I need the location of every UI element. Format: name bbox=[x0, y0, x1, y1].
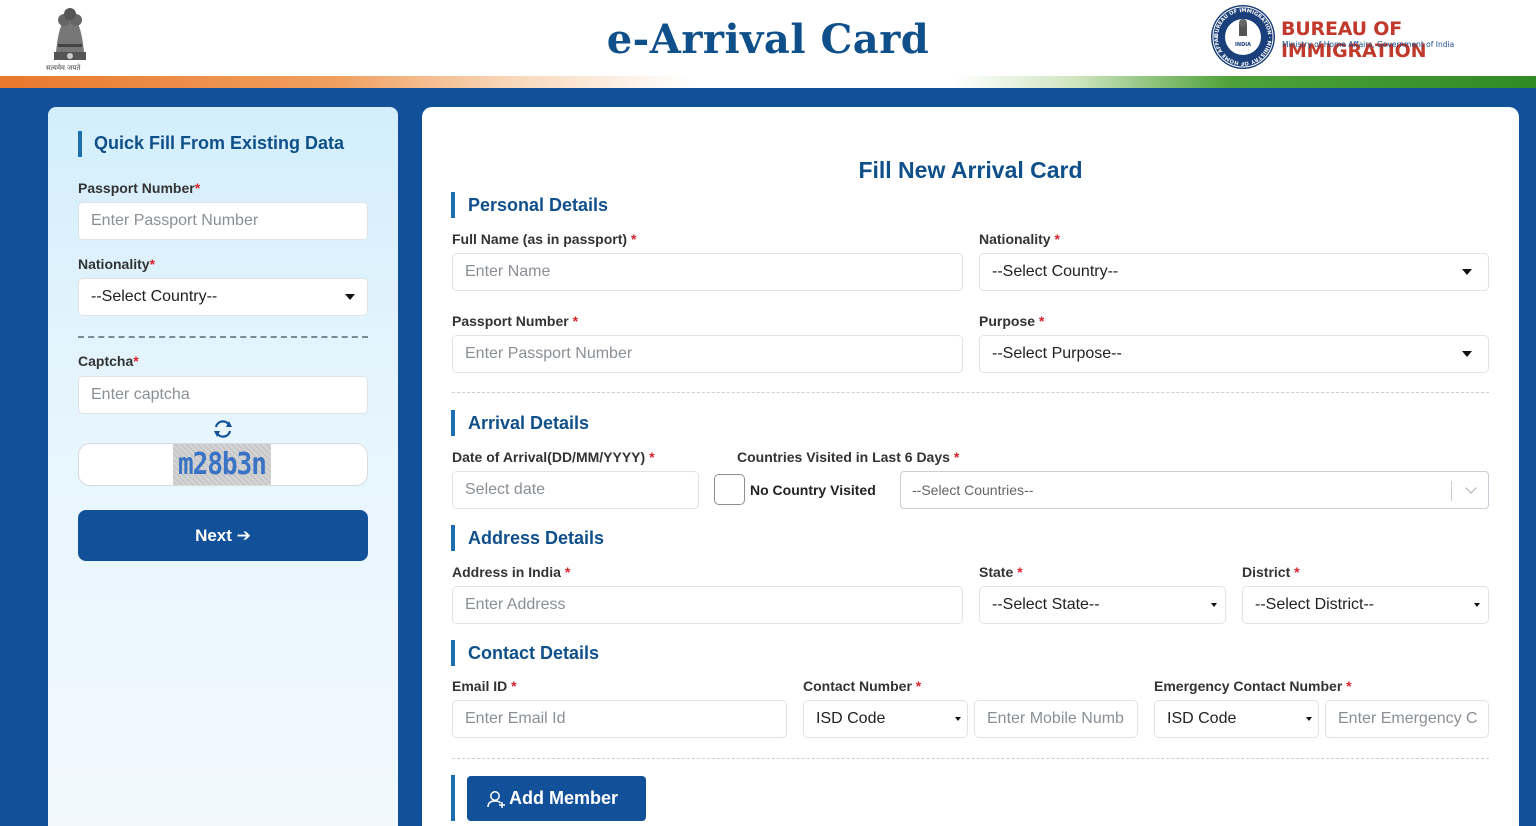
nationality-select[interactable]: --Select Country-- bbox=[979, 253, 1489, 291]
no-country-label: No Country Visited bbox=[750, 482, 876, 498]
chevron-down-icon bbox=[1462, 351, 1472, 357]
add-user-icon bbox=[487, 791, 505, 808]
arrival-date-label: Date of Arrival(DD/MM/YYYY) * bbox=[452, 449, 655, 465]
countries-visited-select[interactable]: --Select Countries-- bbox=[900, 471, 1489, 509]
quick-nationality-select[interactable]: --Select Country-- bbox=[78, 278, 368, 316]
quick-passport-input[interactable]: Enter Passport Number bbox=[78, 202, 368, 240]
section-accent-bar bbox=[451, 525, 455, 551]
state-select[interactable]: --Select State-- bbox=[979, 586, 1226, 624]
email-input[interactable]: Enter Email Id bbox=[452, 700, 787, 738]
refresh-captcha-icon[interactable] bbox=[211, 418, 235, 440]
divider bbox=[78, 336, 368, 338]
chevron-down-icon bbox=[1211, 603, 1217, 607]
chevron-down-icon bbox=[1462, 269, 1472, 275]
email-label: Email ID * bbox=[452, 678, 517, 694]
captcha-box: m28b3n bbox=[78, 443, 368, 486]
tricolor-strip bbox=[0, 76, 1536, 88]
emergency-isd-select[interactable]: ISD Code bbox=[1154, 700, 1319, 738]
emblem-caption: सत्यमेव जयते bbox=[46, 64, 81, 72]
full-name-label: Full Name (as in passport) * bbox=[452, 231, 637, 247]
chevron-down-icon bbox=[1474, 603, 1480, 607]
contact-details-heading: Contact Details bbox=[468, 643, 600, 663]
quick-fill-heading: Quick Fill From Existing Data bbox=[94, 133, 345, 153]
personal-details-heading: Personal Details bbox=[468, 195, 609, 215]
emergency-number-input[interactable]: Enter Emergency C bbox=[1325, 700, 1489, 738]
section-accent-bar bbox=[451, 410, 455, 436]
captcha-image: m28b3n bbox=[173, 444, 271, 485]
divider bbox=[452, 392, 1489, 393]
site-header: सत्यमेव जयते e-Arrival Card BUREAU OF IM… bbox=[0, 0, 1536, 88]
section-accent-bar bbox=[451, 640, 455, 666]
state-label: State * bbox=[979, 564, 1023, 580]
address-input[interactable]: Enter Address bbox=[452, 586, 963, 624]
full-name-input[interactable]: Enter Name bbox=[452, 253, 963, 291]
chevron-down-icon bbox=[345, 294, 355, 300]
add-member-label: Add Member bbox=[509, 788, 619, 808]
chevron-down-icon bbox=[1465, 482, 1477, 494]
arrival-date-input[interactable]: Select date bbox=[452, 471, 699, 509]
passport-label: Passport Number * bbox=[452, 313, 579, 329]
address-label: Address in India * bbox=[452, 564, 571, 580]
isd-code-select[interactable]: ISD Code bbox=[803, 700, 968, 738]
mobile-number-input[interactable]: Enter Mobile Numb bbox=[974, 700, 1138, 738]
district-select[interactable]: --Select District-- bbox=[1242, 586, 1489, 624]
section-accent-bar bbox=[451, 775, 455, 821]
countries-visited-label: Countries Visited in Last 6 Days * bbox=[737, 449, 960, 465]
address-details-heading: Address Details bbox=[468, 528, 605, 548]
contact-number-label: Contact Number * bbox=[803, 678, 922, 694]
no-country-checkbox[interactable] bbox=[714, 474, 745, 505]
divider bbox=[452, 758, 1489, 759]
bureau-seal-icon: BUREAU OF IMMIGRATION · MINISTRY OF HOME… bbox=[1210, 4, 1275, 69]
form-title: Fill New Arrival Card bbox=[858, 157, 1083, 183]
org-subtitle: Ministry of Home Affairs, Government of … bbox=[1282, 40, 1455, 49]
district-label: District * bbox=[1242, 564, 1300, 580]
captcha-label: Captcha* bbox=[78, 353, 139, 369]
captcha-text: m28b3n bbox=[178, 447, 267, 483]
chevron-down-icon bbox=[1306, 717, 1312, 721]
seal-center-text: INDIA bbox=[1235, 42, 1251, 48]
next-button[interactable]: Next ➔ bbox=[78, 510, 368, 561]
quick-passport-label: Passport Number* bbox=[78, 180, 201, 196]
passport-input[interactable]: Enter Passport Number bbox=[452, 335, 963, 373]
section-accent-bar bbox=[78, 131, 82, 157]
nationality-label: Nationality * bbox=[979, 231, 1060, 247]
purpose-label: Purpose * bbox=[979, 313, 1045, 329]
arrival-details-heading: Arrival Details bbox=[468, 413, 590, 433]
emergency-contact-label: Emergency Contact Number * bbox=[1154, 678, 1352, 694]
select-separator bbox=[1451, 481, 1452, 501]
add-member-button[interactable]: Add Member bbox=[467, 776, 646, 821]
captcha-input[interactable]: Enter captcha bbox=[78, 376, 368, 414]
chevron-down-icon bbox=[955, 717, 961, 721]
quick-nationality-label: Nationality* bbox=[78, 256, 156, 272]
purpose-select[interactable]: --Select Purpose-- bbox=[979, 335, 1489, 373]
section-accent-bar bbox=[451, 192, 455, 218]
